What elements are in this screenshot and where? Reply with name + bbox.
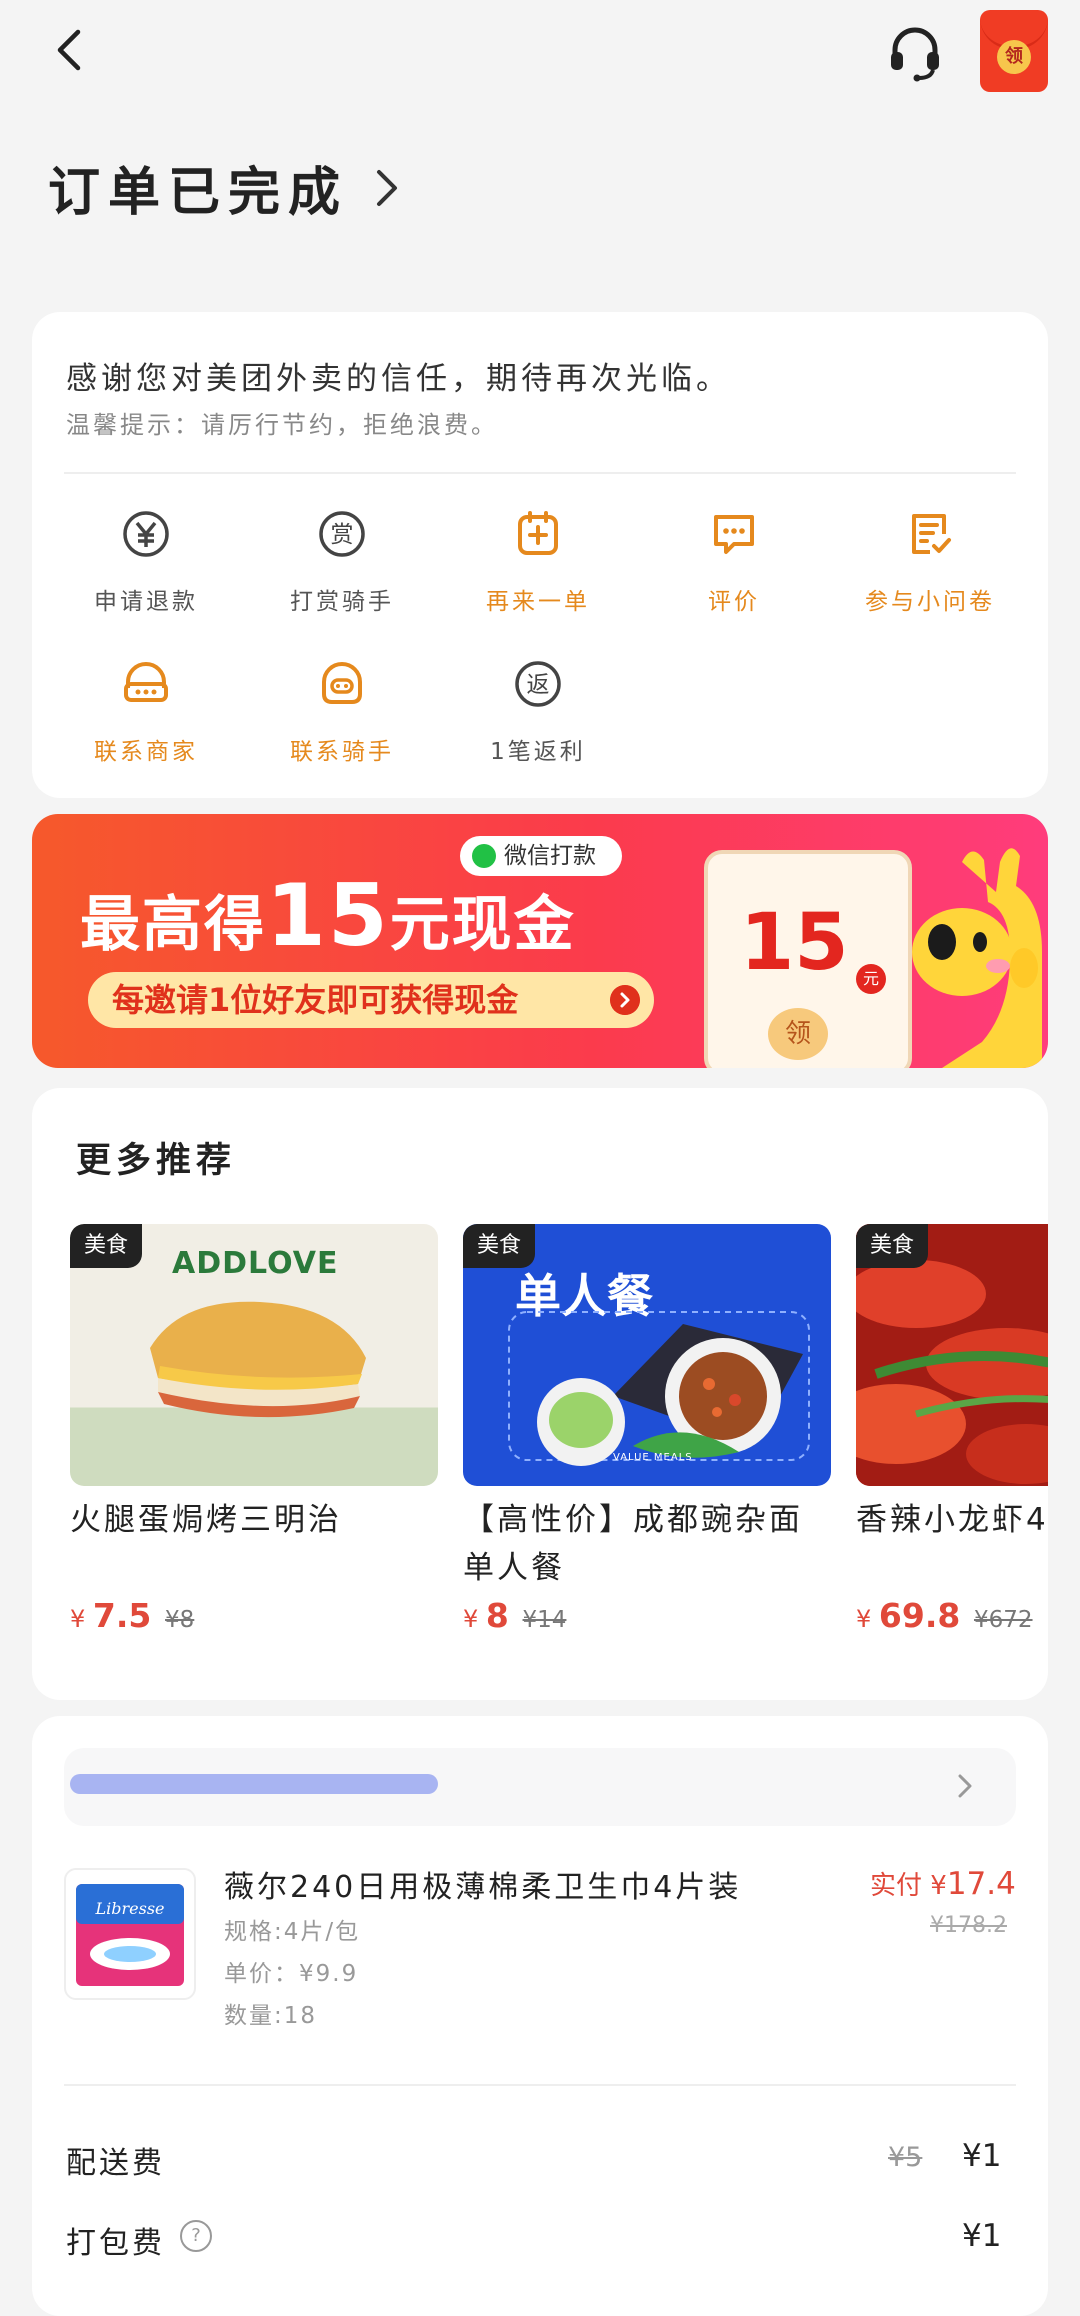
envelope-unit: 元 xyxy=(856,964,886,994)
product-image: 美食 xyxy=(856,1224,1048,1486)
product-unit-price: 单价：¥9.9 xyxy=(224,1961,359,1987)
customer-service-headset-icon[interactable] xyxy=(885,22,945,82)
headline-prefix: 最高得 xyxy=(80,890,266,960)
delivery-fee-label: 配送费 xyxy=(66,2146,165,2181)
svg-text:返: 返 xyxy=(527,672,550,698)
refund-button[interactable]: 申请退款 xyxy=(46,508,246,616)
product-quantity: 数量:18 xyxy=(224,2003,318,2029)
friendly-tip: 温馨提示：请厉行节约，拒绝浪费。 xyxy=(66,411,498,439)
action-label: 评价 xyxy=(708,589,760,615)
red-packet-label: 领 xyxy=(997,40,1031,74)
rebate-button[interactable]: 返 1笔返利 xyxy=(438,658,638,766)
product-price: ¥ 8 ¥14 xyxy=(463,1596,831,1635)
sanitary-pad-package-icon: Libresse xyxy=(76,1884,184,1986)
back-arrow-icon[interactable] xyxy=(48,28,92,72)
survey-button[interactable]: 参与小问卷 xyxy=(830,508,1030,616)
delivery-fee-value: ¥1 xyxy=(962,2138,1002,2174)
headline-suffix: 元现金 xyxy=(389,890,576,960)
contact-merchant-icon xyxy=(124,662,168,702)
reorder-icon xyxy=(518,511,558,555)
packing-fee-label: 打包费 xyxy=(66,2226,165,2261)
kangaroo-mascot-icon xyxy=(912,848,1042,1068)
order-product-name: 薇尔240日用极薄棉柔卫生巾4片装 xyxy=(224,1870,742,1905)
action-label: 1笔返利 xyxy=(490,739,586,765)
packing-fee-value: ¥1 xyxy=(962,2218,1002,2254)
contact-rider-icon xyxy=(322,662,362,704)
price-value: 7.5 xyxy=(92,1596,152,1635)
paid-value: 17.4 xyxy=(946,1866,1016,1902)
chevron-right-icon[interactable] xyxy=(374,168,400,208)
recommend-item[interactable]: 单人餐 VALUE MEALS 美食 【高性价】成都豌杂面单人餐 ¥ 8 ¥14 xyxy=(463,1224,831,1635)
review-chat-icon xyxy=(714,515,754,554)
help-question-icon[interactable]: ? xyxy=(180,2220,212,2252)
chevron-right-icon[interactable] xyxy=(956,1772,974,1800)
thank-you-message: 感谢您对美团外卖的信任，期待再次光临。 xyxy=(66,361,731,397)
category-tag: 美食 xyxy=(463,1224,535,1268)
banner-subline[interactable]: 每邀请1位好友即可获得现金 xyxy=(88,972,654,1028)
original-price: ¥8 xyxy=(165,1607,195,1633)
original-price: ¥14 xyxy=(522,1607,567,1633)
product-name: 香辣小龙虾4 xyxy=(856,1502,1048,1538)
envelope-amount: 15 xyxy=(740,898,849,988)
noodle-meal-illustration xyxy=(508,1311,810,1466)
action-label: 申请退款 xyxy=(94,589,198,615)
refund-yen-icon xyxy=(123,511,169,557)
action-label: 再来一单 xyxy=(486,589,590,615)
contact-merchant-button[interactable]: 联系商家 xyxy=(46,658,246,766)
shop-name-redacted xyxy=(70,1774,438,1794)
reorder-button[interactable]: 再来一单 xyxy=(438,508,638,616)
survey-icon xyxy=(912,514,951,554)
reward-icon: 赏 xyxy=(319,511,365,557)
brand-logo: ADDLOVE xyxy=(172,1246,339,1281)
banner-headline: 最高得15元现金 xyxy=(80,866,576,966)
category-tag: 美食 xyxy=(856,1224,928,1268)
product-spec: 规格:4片/包 xyxy=(224,1919,361,1945)
action-label: 打赏骑手 xyxy=(290,589,394,615)
action-label: 参与小问卷 xyxy=(865,589,995,615)
invite-cash-banner[interactable]: 微信打款 最高得15元现金 每邀请1位好友即可获得现金 15 元 领 xyxy=(32,814,1048,1068)
product-price: ¥ 7.5 ¥8 xyxy=(70,1596,438,1635)
price-value: 69.8 xyxy=(878,1596,961,1635)
paid-amount: 实付 ¥17.4 xyxy=(870,1865,1016,1902)
paid-label: 实付 xyxy=(870,1871,923,1901)
divider xyxy=(64,472,1016,474)
product-name: 【高性价】成都豌杂面单人餐 xyxy=(463,1502,803,1586)
action-label: 联系骑手 xyxy=(290,739,394,765)
review-button[interactable]: 评价 xyxy=(634,508,834,616)
rebate-icon: 返 xyxy=(515,661,561,707)
action-label: 联系商家 xyxy=(94,739,198,765)
wechat-icon xyxy=(472,844,496,868)
price-value: 8 xyxy=(485,1596,509,1635)
go-arrow-icon xyxy=(610,985,640,1015)
recommend-item[interactable]: ADDLOVE 美食 火腿蛋焗烤三明治 ¥ 7.5 ¥8 xyxy=(70,1224,438,1635)
banner-subline-text: 每邀请1位好友即可获得现金 xyxy=(112,981,519,1019)
delivery-fee-original: ¥5 xyxy=(888,2142,923,2173)
product-price: ¥ 69.8 ¥672 xyxy=(856,1596,1048,1635)
svg-text:Libresse: Libresse xyxy=(95,1899,165,1918)
headline-amount: 15 xyxy=(266,866,390,966)
envelope-seal: 领 xyxy=(768,1008,828,1060)
svg-text:赏: 赏 xyxy=(331,522,354,548)
product-thumbnail[interactable]: Libresse xyxy=(64,1868,196,2000)
currency-symbol: ¥ xyxy=(856,1605,872,1633)
red-packet-button[interactable]: 领 xyxy=(980,10,1048,92)
paid-currency: ¥ xyxy=(930,1871,947,1901)
product-image: ADDLOVE 美食 xyxy=(70,1224,438,1486)
product-image: 单人餐 VALUE MEALS 美食 xyxy=(463,1224,831,1486)
original-total: ¥178.2 xyxy=(930,1913,1007,1938)
image-caption: VALUE MEALS xyxy=(613,1452,693,1463)
product-name: 火腿蛋焗烤三明治 xyxy=(70,1502,342,1538)
order-status-title[interactable]: 订单已完成 xyxy=(48,150,348,225)
sandwich-illustration xyxy=(150,1301,366,1418)
recommendations-title: 更多推荐 xyxy=(76,1141,237,1181)
divider xyxy=(64,2084,1016,2086)
original-price: ¥672 xyxy=(973,1607,1033,1633)
currency-symbol: ¥ xyxy=(70,1605,86,1633)
currency-symbol: ¥ xyxy=(463,1605,479,1633)
tip-rider-button[interactable]: 赏 打赏骑手 xyxy=(242,508,442,616)
category-tag: 美食 xyxy=(70,1224,142,1268)
red-envelope-graphic: 15 元 领 xyxy=(704,850,912,1068)
contact-rider-button[interactable]: 联系骑手 xyxy=(242,658,442,766)
recommend-item[interactable]: 美食 香辣小龙虾4 ¥ 69.8 ¥672 xyxy=(856,1224,1048,1635)
